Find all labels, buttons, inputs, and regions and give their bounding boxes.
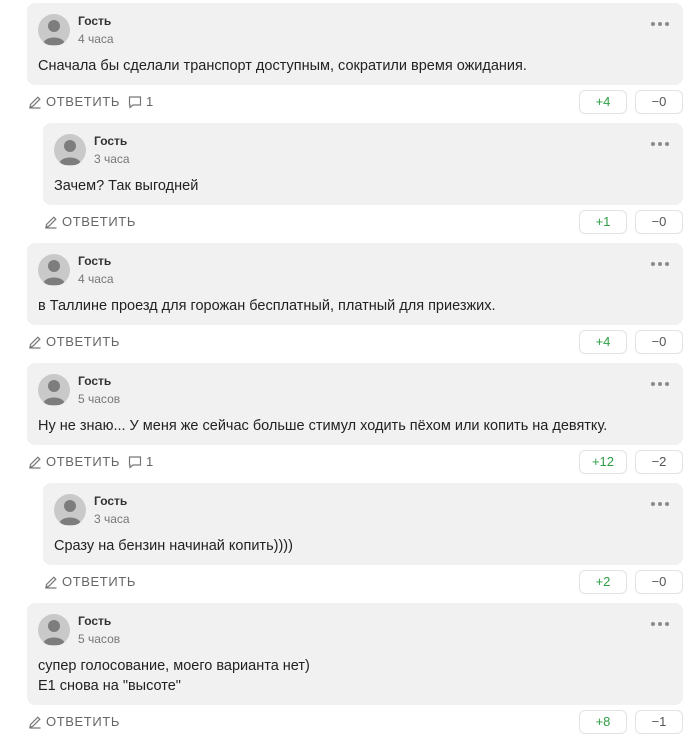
avatar[interactable] [38, 254, 70, 286]
pencil-icon [29, 455, 41, 469]
comment-reply: Гость 3 часа Зачем? Так выгодней ОТВЕТИТ… [43, 123, 683, 234]
comment-bubble-icon [128, 95, 142, 109]
reply-label: ОТВЕТИТЬ [46, 334, 120, 349]
comment-bubble: Гость 3 часа Зачем? Так выгодней [43, 123, 683, 205]
replies-count-button[interactable]: 1 [128, 94, 153, 109]
avatar[interactable] [38, 614, 70, 646]
comment-text: Сразу на бензин начинай копить)))) [54, 538, 293, 554]
comment-time: 3 часа [94, 152, 130, 166]
more-options-icon[interactable] [650, 500, 670, 508]
comment-time: 4 часа [78, 272, 114, 286]
downvote-button[interactable]: −0 [635, 570, 683, 594]
reply-button[interactable]: ОТВЕТИТЬ [28, 334, 120, 349]
comment-actions: ОТВЕТИТЬ 1 +12 −2 [27, 450, 683, 474]
comment: Гость 5 часов Ну не знаю... У меня же се… [27, 363, 683, 474]
comment-text: в Таллине проезд для горожан бесплатный,… [38, 298, 496, 314]
comment: Гость 4 часа в Таллине проезд для горожа… [27, 243, 683, 354]
comment-reply: Гость 3 часа Сразу на бензин начинай коп… [43, 483, 683, 594]
user-silhouette-icon [43, 20, 65, 45]
upvote-button[interactable]: +4 [579, 330, 627, 354]
avatar[interactable] [38, 14, 70, 46]
user-silhouette-icon [43, 260, 65, 285]
replies-count: 1 [146, 94, 154, 109]
more-options-icon[interactable] [650, 140, 670, 148]
reply-label: ОТВЕТИТЬ [46, 714, 120, 729]
reply-label: ОТВЕТИТЬ [62, 214, 136, 229]
comment-text: супер голосование, моего варианта нет) Е… [38, 656, 310, 696]
upvote-button[interactable]: +4 [579, 90, 627, 114]
comment-bubble: Гость 4 часа Сначала бы сделали транспор… [27, 3, 683, 85]
user-silhouette-icon [59, 500, 81, 525]
downvote-button[interactable]: −0 [635, 330, 683, 354]
comment-time: 5 часов [78, 392, 121, 406]
reply-button[interactable]: ОТВЕТИТЬ [44, 574, 136, 589]
pencil-icon [45, 575, 57, 589]
pencil-icon [45, 215, 57, 229]
pencil-icon [29, 715, 41, 729]
pencil-icon [29, 335, 41, 349]
comment-author[interactable]: Гость [94, 134, 127, 148]
reply-button[interactable]: ОТВЕТИТЬ [44, 214, 136, 229]
comment-author[interactable]: Гость [78, 14, 111, 28]
downvote-button[interactable]: −1 [635, 710, 683, 734]
user-silhouette-icon [59, 140, 81, 165]
comment: Гость 4 часа Сначала бы сделали транспор… [27, 3, 683, 114]
upvote-button[interactable]: +2 [579, 570, 627, 594]
downvote-button[interactable]: −0 [635, 210, 683, 234]
comment-time: 4 часа [78, 32, 114, 46]
avatar[interactable] [38, 374, 70, 406]
comment-text: Сначала бы сделали транспорт доступным, … [38, 58, 527, 74]
comment-bubble-icon [128, 455, 142, 469]
comment-actions: ОТВЕТИТЬ +8 −1 [27, 710, 683, 734]
comment: Гость 5 часов супер голосование, моего в… [27, 603, 683, 734]
comment-text: Зачем? Так выгодней [54, 178, 199, 194]
replies-count-button[interactable]: 1 [128, 454, 153, 469]
reply-label: ОТВЕТИТЬ [46, 454, 120, 469]
replies-count: 1 [146, 454, 154, 469]
comment-author[interactable]: Гость [78, 254, 111, 268]
comment-author[interactable]: Гость [78, 614, 111, 628]
avatar[interactable] [54, 134, 86, 166]
user-silhouette-icon [43, 380, 65, 405]
user-silhouette-icon [43, 620, 65, 645]
comment-author[interactable]: Гость [94, 494, 127, 508]
comment-text-line: Е1 снова на "высоте" [38, 678, 181, 694]
avatar[interactable] [54, 494, 86, 526]
comment-bubble: Гость 4 часа в Таллине проезд для горожа… [27, 243, 683, 325]
upvote-button[interactable]: +8 [579, 710, 627, 734]
comment-bubble: Гость 3 часа Сразу на бензин начинай коп… [43, 483, 683, 565]
downvote-button[interactable]: −2 [635, 450, 683, 474]
downvote-button[interactable]: −0 [635, 90, 683, 114]
comment-actions: ОТВЕТИТЬ +4 −0 [27, 330, 683, 354]
reply-button[interactable]: ОТВЕТИТЬ [28, 94, 120, 109]
comment-bubble: Гость 5 часов Ну не знаю... У меня же се… [27, 363, 683, 445]
reply-button[interactable]: ОТВЕТИТЬ [28, 714, 120, 729]
comment-author[interactable]: Гость [78, 374, 111, 388]
comment-time: 5 часов [78, 632, 121, 646]
comment-actions: ОТВЕТИТЬ +2 −0 [43, 570, 683, 594]
reply-label: ОТВЕТИТЬ [46, 94, 120, 109]
comment-text: Ну не знаю... У меня же сейчас больше ст… [38, 418, 608, 434]
upvote-button[interactable]: +12 [579, 450, 627, 474]
pencil-icon [29, 95, 41, 109]
reply-button[interactable]: ОТВЕТИТЬ [28, 454, 120, 469]
reply-label: ОТВЕТИТЬ [62, 574, 136, 589]
more-options-icon[interactable] [650, 260, 670, 268]
comment-time: 3 часа [94, 512, 130, 526]
more-options-icon[interactable] [650, 20, 670, 28]
comment-actions: ОТВЕТИТЬ 1 +4 −0 [27, 90, 683, 114]
comment-actions: ОТВЕТИТЬ +1 −0 [43, 210, 683, 234]
more-options-icon[interactable] [650, 620, 670, 628]
comment-text-line: супер голосование, моего варианта нет) [38, 658, 310, 674]
comment-bubble: Гость 5 часов супер голосование, моего в… [27, 603, 683, 705]
more-options-icon[interactable] [650, 380, 670, 388]
upvote-button[interactable]: +1 [579, 210, 627, 234]
